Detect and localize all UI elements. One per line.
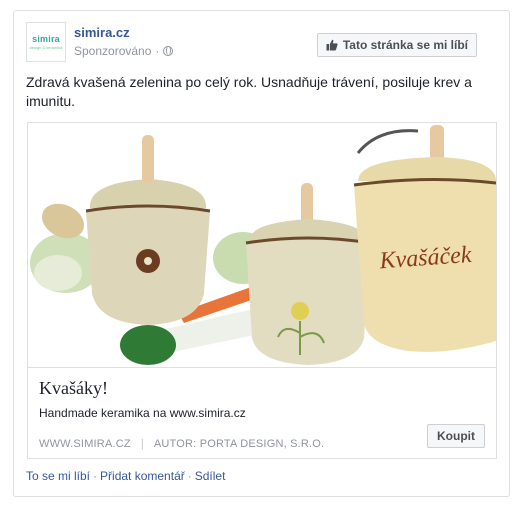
like-action[interactable]: To se mi líbí	[26, 469, 90, 483]
jar-flower	[85, 130, 212, 325]
page-name-link[interactable]: simira.cz	[74, 25, 130, 40]
sponsored-dot: ·	[155, 44, 160, 58]
sponsored-post-card: simira design & keramika simira.cz Sponz…	[13, 10, 510, 497]
action-dot: ·	[93, 469, 98, 483]
link-domain: WWW.SIMIRA.CZ	[39, 438, 131, 450]
avatar-logo-text: simira	[32, 34, 60, 44]
avatar-logo-subtext: design & keramika	[29, 45, 63, 50]
like-page-button[interactable]: Tato stránka se mi líbí	[316, 33, 477, 57]
globe-icon	[163, 46, 174, 56]
link-caption: WWW.SIMIRA.CZ | AUTOR: PORTA DESIGN, S.R…	[39, 438, 324, 450]
thumbs-up-icon	[326, 39, 338, 51]
caption-separator: |	[140, 438, 144, 450]
leaves	[120, 325, 176, 365]
buy-button[interactable]: Koupit	[427, 424, 485, 448]
link-preview[interactable]: Kvašáky! Handmade keramika na www.simira…	[28, 367, 496, 458]
jar-dandelion	[245, 183, 371, 365]
sponsored-line: Sponzorováno ·	[74, 44, 174, 58]
share-action[interactable]: Sdílet	[195, 469, 226, 483]
product-photo[interactable]: Kvašáček	[28, 123, 496, 367]
post-text: Zdravá kvašená zelenina po celý rok. Usn…	[26, 74, 472, 109]
like-page-label: Tato stránka se mi líbí	[342, 38, 468, 52]
post-header: simira design & keramika simira.cz Sponz…	[26, 22, 497, 64]
post-actions: To se mi líbí · Přidat komentář · Sdílet	[26, 469, 225, 483]
link-description: Handmade keramika na www.simira.cz	[39, 406, 246, 420]
action-dot: ·	[187, 469, 192, 483]
page-avatar[interactable]: simira design & keramika	[26, 22, 66, 62]
fermentation-jars-image: Kvašáček	[30, 125, 496, 365]
sponsored-label[interactable]: Sponzorováno	[74, 44, 151, 58]
link-author: AUTOR: PORTA DESIGN, S.R.O.	[153, 438, 325, 450]
link-attachment[interactable]: Kvašáček Kvašáky! Handmade keramika na w…	[27, 122, 497, 459]
jar-kvasacek: Kvašáček	[353, 125, 496, 352]
link-title[interactable]: Kvašáky!	[39, 378, 108, 399]
comment-action[interactable]: Přidat komentář	[100, 469, 185, 483]
